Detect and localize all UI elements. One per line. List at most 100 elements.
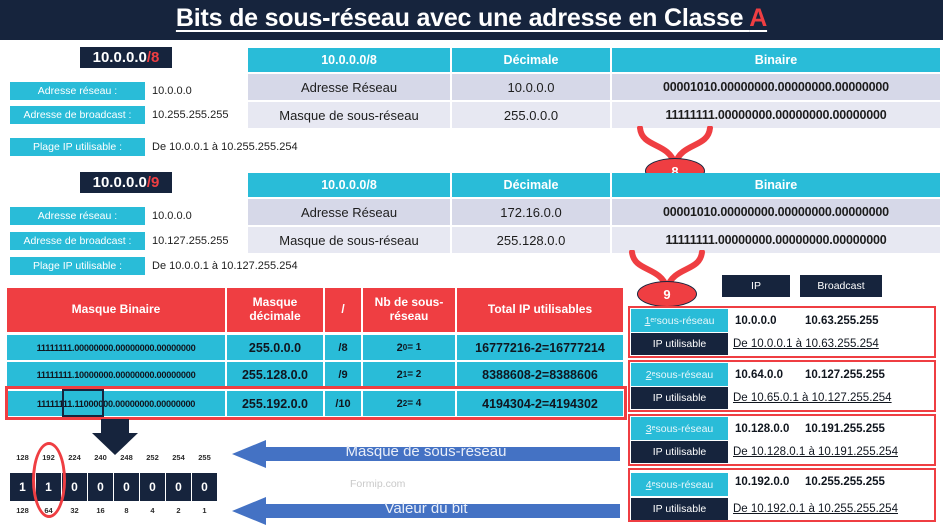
subnet-group-3-usable-label: IP utilisable [631, 441, 728, 463]
table2-header-2: Binaire [612, 173, 940, 197]
main-table-row0-total-text: 16777216-2=16777214 [475, 340, 605, 355]
bit-bottom-4-text: 8 [124, 506, 129, 515]
bit-bottom-3: 16 [88, 506, 113, 515]
slide-root: Bits de sous-réseau avec une adresse en … [0, 0, 943, 531]
block2-label-range-text: Plage IP utilisable : [32, 260, 123, 272]
subnet-group-3-rest: sous-réseau [655, 422, 714, 435]
main-table-row0-cidr-text: /8 [338, 341, 348, 354]
subnet-group-2-broadcast: 10.127.255.255 [805, 363, 925, 386]
table1-header-0: 10.0.0.0/8 [248, 48, 450, 72]
table2-row0-decimal: 172.16.0.0 [452, 199, 610, 225]
arrow-mask-subnet: Masque de sous-réseau [232, 440, 620, 468]
main-table-row1-subnets: 21 = 2 [363, 362, 455, 387]
bit-top-2: 224 [62, 453, 87, 462]
subnet-bits-highlight [62, 389, 104, 417]
table2-row0-decimal-text: 172.16.0.0 [500, 204, 562, 220]
table1-header-1-text: Décimale [503, 53, 559, 67]
table2-row1-binary-text: 11111111.00000000.00000000.00000000 [665, 233, 887, 247]
bit-top-6: 254 [166, 453, 191, 462]
main-table-header-4: Total IP utilisables [457, 288, 623, 332]
block2-cidr-text: /9 [146, 174, 160, 191]
table1-row0-label: Adresse Réseau [248, 74, 450, 100]
table2-header-1-text: Décimale [503, 178, 559, 192]
main-table-header-1: Masque décimale [227, 288, 323, 332]
bit-bottom-3-text: 16 [96, 506, 105, 515]
subnet-group-2-name: 2e sous-réseau [631, 363, 728, 386]
subnet-group-4-usable-label-text: IP utilisable [652, 503, 707, 515]
table1-row0-decimal: 10.0.0.0 [452, 74, 610, 100]
main-table-row1-cidr-text: /9 [338, 368, 348, 381]
subnet-group-1-broadcast-text: 10.63.255.255 [805, 314, 879, 327]
block1-cidr-badge: 10.0.0.0/8 [80, 47, 172, 68]
down-arrow-icon [92, 419, 138, 455]
bit-bottom-2-text: 32 [70, 506, 79, 515]
block1-network-text: 10.0.0.0 [92, 49, 147, 66]
bit-column-highlight-ellipse [32, 442, 66, 518]
table1-row1-label: Masque de sous-réseau [248, 102, 450, 128]
bubble-9-text: 9 [663, 286, 671, 302]
table2-row1-decimal: 255.128.0.0 [452, 227, 610, 253]
subnet-group-2-usable-label-text: IP utilisable [652, 392, 707, 404]
main-table-row1-binary: 11111111.10000000.00000000.00000000 [7, 362, 225, 387]
table1-header-1: Décimale [452, 48, 610, 72]
watermark: Formip.com [350, 478, 406, 490]
main-table-row0-total: 16777216-2=16777214 [457, 335, 623, 360]
subnet-group-4-range: De 10.192.0.1 à 10.255.255.254 [733, 498, 933, 520]
block2-label-broadcast: Adresse de broadcast : [10, 232, 145, 250]
main-table-header-4-text: Total IP utilisables [487, 302, 593, 317]
main-table-row1-mask: 255.128.0.0 [227, 362, 323, 387]
block2-label-range: Plage IP utilisable : [10, 257, 145, 275]
bit-top-0: 128 [10, 453, 35, 462]
subnet-group-4-broadcast-text: 10.255.255.255 [805, 475, 885, 488]
bit-bottom-0-text: 128 [16, 506, 29, 515]
block2-label-network: Adresse réseau : [10, 207, 145, 225]
subnet-group-2-ip-text: 10.64.0.0 [735, 368, 783, 381]
main-table-header-2: / [325, 288, 361, 332]
block1-label-network: Adresse réseau : [10, 82, 145, 100]
block1-cidr-text: /8 [146, 49, 160, 66]
bit-bottom-7: 1 [192, 506, 217, 515]
bit-box-3-text: 0 [97, 480, 104, 494]
table1-row0-binary-text: 00001010.00000000.00000000.00000000 [663, 80, 889, 94]
table1-row1-label-text: Masque de sous-réseau [279, 107, 419, 123]
bit-top-6-text: 254 [172, 453, 185, 462]
bit-box-3[interactable]: 0 [88, 473, 113, 501]
bit-top-7-text: 255 [198, 453, 211, 462]
bit-bottom-5: 4 [140, 506, 165, 515]
subnet-group-3-name: 3e sous-réseau [631, 417, 728, 440]
table2-row1-decimal-text: 255.128.0.0 [496, 232, 566, 248]
bit-bottom-6: 2 [166, 506, 191, 515]
subnet-group-1-ip: 10.0.0.0 [735, 309, 815, 332]
block2-network-text: 10.0.0.0 [92, 174, 147, 191]
subnet-group-4-range-text: De 10.192.0.1 à 10.255.255.254 [733, 503, 898, 515]
table2-header-1: Décimale [452, 173, 610, 197]
table2-header-0-text: 10.0.0.0/8 [321, 178, 377, 192]
subnet-group-1-usable-label-text: IP utilisable [652, 338, 707, 350]
bit-box-6[interactable]: 0 [166, 473, 191, 501]
subnet-group-3-broadcast-text: 10.191.255.255 [805, 422, 885, 435]
main-table-row0-binary: 11111111.00000000.00000000.00000000 [7, 335, 225, 360]
block1-value-broadcast-text: 10.255.255.255 [152, 109, 229, 121]
main-table-row0-binary-text: 11111111.00000000.00000000.00000000 [36, 342, 196, 353]
block2-value-broadcast-text: 10.127.255.255 [152, 235, 229, 247]
subnet-group-1-range-text: De 10.0.0.1 à 10.63.255.254 [733, 338, 879, 350]
bit-bottom-0: 128 [10, 506, 35, 515]
block1-label-broadcast: Adresse de broadcast : [10, 106, 145, 124]
bit-bottom-2: 32 [62, 506, 87, 515]
bit-box-5[interactable]: 0 [140, 473, 165, 501]
main-table-header-3-text: Nb de sous-réseau [374, 295, 444, 323]
subnet-group-3-usable-label-text: IP utilisable [652, 446, 707, 458]
subnet-col-header-broadcast-text: Broadcast [817, 280, 865, 292]
bit-box-5-text: 0 [149, 480, 156, 494]
main-table-row1-total-text: 8388608-2=8388606 [482, 367, 598, 382]
subnet-group-2-rest: sous-réseau [655, 368, 714, 381]
subnet-group-4-usable-label: IP utilisable [631, 498, 728, 520]
bit-box-7[interactable]: 0 [192, 473, 217, 501]
table1-row1-decimal-text: 255.0.0.0 [503, 107, 559, 123]
table2-row1-label-text: Masque de sous-réseau [279, 232, 419, 248]
page-title-classe: A [749, 4, 768, 32]
bit-top-3: 240 [88, 453, 113, 462]
bit-box-0-text: 1 [19, 480, 26, 494]
bit-box-4[interactable]: 0 [114, 473, 139, 501]
subnet-group-3-broadcast: 10.191.255.255 [805, 417, 925, 440]
